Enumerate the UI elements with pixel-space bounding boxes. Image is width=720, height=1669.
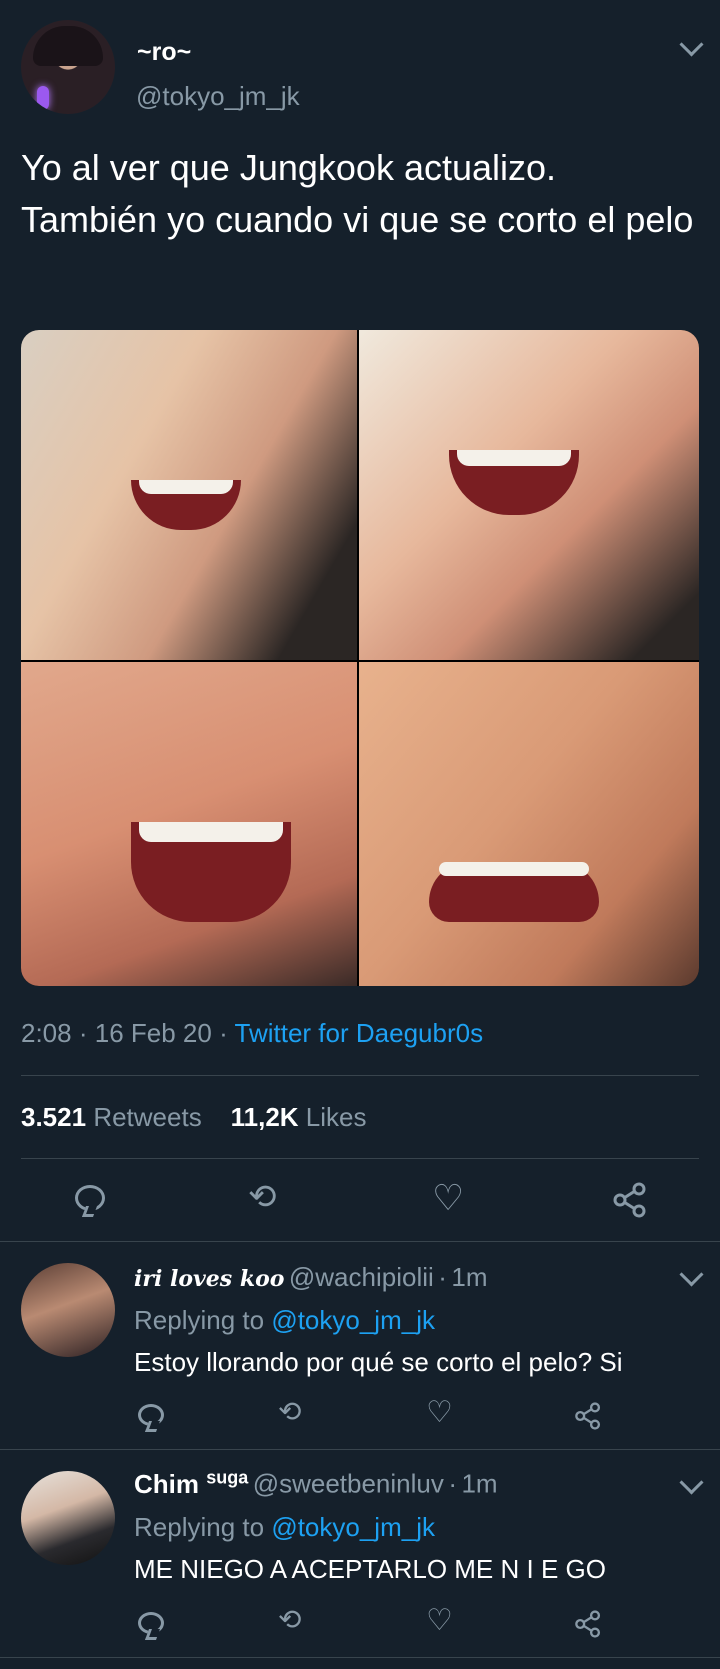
replying-to: Replying to @tokyo_jm_jk <box>134 1512 435 1542</box>
tweet-photo-1[interactable] <box>21 330 357 660</box>
retweet-icon[interactable]: ⟲ <box>278 1398 301 1426</box>
tweet-time: 2:08 <box>21 1018 72 1048</box>
reply-header: Chim suga @sweetbeninluv · 1m <box>134 1467 498 1499</box>
like-icon[interactable]: ♡ <box>426 1606 453 1636</box>
reply-display-name[interactable]: iri loves koo <box>134 1266 284 1292</box>
reply-age: 1m <box>461 1468 498 1499</box>
tweet-image-grid[interactable] <box>21 330 699 986</box>
reply-handle[interactable]: @wachipiolii <box>289 1262 434 1292</box>
replying-to: Replying to @tokyo_jm_jk <box>134 1305 435 1335</box>
tweet-stats: 3.521 Retweets 11,2K Likes <box>21 1102 367 1133</box>
reply-avatar[interactable] <box>21 1471 115 1565</box>
divider <box>0 1241 720 1242</box>
reply-avatar[interactable] <box>21 1263 115 1357</box>
divider <box>21 1075 699 1076</box>
reply-handle[interactable]: @sweetbeninluv <box>253 1469 444 1499</box>
tweet-date: 16 Feb 20 <box>94 1018 212 1048</box>
share-icon[interactable] <box>574 1402 602 1430</box>
tweet-photo-3[interactable] <box>21 662 357 986</box>
reply-header: iri loves koo @wachipiolii · 1m <box>134 1262 488 1292</box>
chevron-down-icon[interactable] <box>679 32 704 57</box>
likes-stat[interactable]: 11,2K Likes <box>231 1102 367 1132</box>
replying-to-link[interactable]: @tokyo_jm_jk <box>271 1512 435 1542</box>
retweet-icon[interactable]: ⟲ <box>248 1180 277 1214</box>
retweets-stat[interactable]: 3.521 Retweets <box>21 1102 202 1132</box>
like-icon[interactable]: ♡ <box>426 1398 453 1428</box>
tweet-text: Yo al ver que Jungkook actualizo. Tambié… <box>21 147 694 240</box>
share-icon[interactable] <box>612 1182 648 1218</box>
reply-icon[interactable] <box>138 1404 164 1426</box>
reply-icon[interactable] <box>75 1185 105 1211</box>
retweet-icon[interactable]: ⟲ <box>278 1606 301 1634</box>
author-avatar[interactable] <box>21 20 115 114</box>
tweet-photo-4[interactable] <box>359 662 699 986</box>
share-icon[interactable] <box>574 1610 602 1638</box>
reply-age: 1m <box>451 1262 488 1292</box>
tweet-source-link[interactable]: Twitter for Daegubr0s <box>235 1018 484 1048</box>
like-icon[interactable]: ♡ <box>432 1180 464 1216</box>
divider <box>21 1158 699 1159</box>
author-display-name[interactable]: ~ro~ <box>137 38 191 67</box>
reply-icon[interactable] <box>138 1612 164 1634</box>
author-handle[interactable]: @tokyo_jm_jk <box>136 81 300 112</box>
divider <box>0 1657 720 1658</box>
tweet-meta: 2:08 · 16 Feb 20 · Twitter for Daegubr0s <box>21 1018 484 1048</box>
divider <box>0 1449 720 1450</box>
reply-text: ME NIEGO A ACEPTARLO ME N I E GO <box>134 1554 606 1584</box>
reply-display-name[interactable]: Chim suga <box>134 1467 248 1499</box>
replying-to-link[interactable]: @tokyo_jm_jk <box>271 1305 435 1335</box>
reply-text: Estoy llorando por qué se corto el pelo?… <box>134 1347 623 1377</box>
tweet-photo-2[interactable] <box>359 330 699 660</box>
